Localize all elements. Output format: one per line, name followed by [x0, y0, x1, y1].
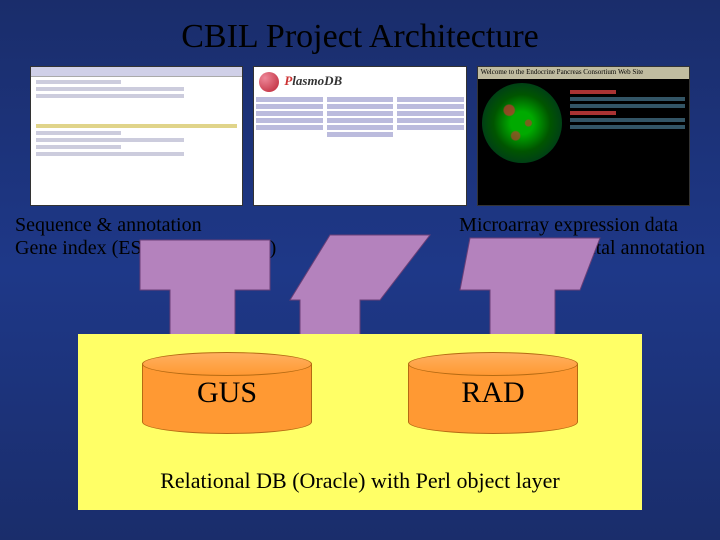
screenshot-right: Welcome to the Endocrine Pancreas Consor…: [477, 66, 690, 206]
cylinder-rad: RAD: [408, 352, 578, 434]
left-caption-2: Gene index (ESTs and m.RNAs): [15, 237, 276, 260]
db-caption: Relational DB (Oracle) with Perl object …: [78, 468, 642, 494]
slide-title: CBIL Project Architecture: [0, 0, 720, 56]
cell-image-icon: [482, 83, 562, 163]
right-caption-2: experimental annotation: [459, 237, 705, 260]
epcon-topbar: Welcome to the Endocrine Pancreas Consor…: [478, 67, 689, 79]
screenshot-middle: PlasmoDB: [253, 66, 466, 206]
left-caption-1: Sequence & annotation: [15, 214, 276, 237]
mid-labels: Sequence & annotation Gene index (ESTs a…: [0, 206, 720, 260]
db-layer-box: GUS RAD Relational DB (Oracle) with Perl…: [78, 334, 642, 510]
cylinder-rad-label: RAD: [408, 352, 578, 434]
plasmodb-logo-icon: [259, 72, 279, 92]
screenshot-left: [30, 66, 243, 206]
right-caption-1: Microarray expression data: [459, 214, 705, 237]
screenshot-row: PlasmoDB Welcome to the Endocrine Pancre…: [0, 56, 720, 206]
cylinder-gus-label: GUS: [142, 352, 312, 434]
cylinder-gus: GUS: [142, 352, 312, 434]
plasmodb-brand: PlasmoDB: [284, 73, 342, 89]
